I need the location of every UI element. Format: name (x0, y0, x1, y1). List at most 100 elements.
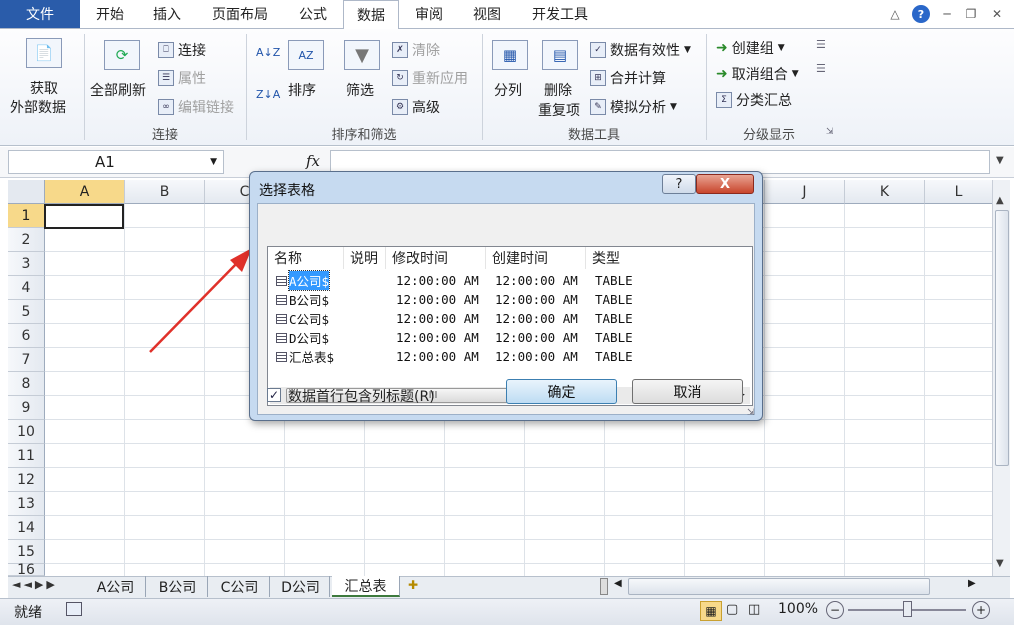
scroll-thumb[interactable] (995, 210, 1009, 466)
sheet-nav-icon[interactable]: ◄◄▶▶ (12, 578, 58, 591)
tab-page-layout[interactable]: 页面布局 (202, 0, 278, 28)
row-header-3[interactable]: 3 (8, 252, 45, 276)
dialog-help-button[interactable]: ? (662, 174, 696, 194)
tab-home[interactable]: 开始 (86, 0, 134, 28)
clear-button[interactable]: ✗ 清除 (392, 40, 440, 60)
resize-grip-icon[interactable]: ⇲ (747, 408, 755, 418)
tab-developer[interactable]: 开发工具 (520, 0, 600, 28)
reapply-button[interactable]: ↻ 重新应用 (392, 68, 468, 88)
text-to-columns-button[interactable]: 分列 (494, 80, 522, 100)
insert-sheet-icon[interactable]: ✚ (408, 578, 418, 592)
column-header-j[interactable]: J (765, 180, 845, 204)
remove-duplicates-line2[interactable]: 重复项 (538, 100, 580, 120)
data-validation-button[interactable]: ✓ 数据有效性 ▼ (590, 40, 691, 60)
expand-formula-icon[interactable]: ▼ (996, 155, 1004, 166)
table-row[interactable]: C公司$ (276, 309, 329, 328)
window-close-icon[interactable]: ✕ (988, 5, 1006, 23)
column-header-a[interactable]: A (45, 180, 125, 204)
remove-duplicates-line1[interactable]: 删除 (544, 80, 572, 100)
column-header-b[interactable]: B (125, 180, 205, 204)
hscroll-left-icon[interactable]: ◀ (614, 578, 622, 589)
chevron-down-icon[interactable]: ▼ (210, 157, 217, 167)
table-row[interactable]: D公司$ (276, 328, 329, 347)
table-row[interactable]: B公司$ (276, 290, 329, 309)
ribbon-minimize-icon[interactable]: △ (886, 5, 904, 23)
row-header-1[interactable]: 1 (8, 204, 45, 228)
hscroll-thumb[interactable] (628, 578, 930, 595)
dialog-close-button[interactable]: X (696, 174, 754, 194)
column-header-created[interactable]: 创建时间 (486, 247, 586, 269)
header-row-checkbox[interactable]: ✓ (267, 388, 281, 402)
sort-az-icon[interactable]: A↓Z (256, 46, 280, 59)
table-row[interactable]: 汇总表$ (276, 347, 334, 366)
get-external-data-line2[interactable]: 外部数据 (10, 97, 66, 117)
column-header-type[interactable]: 类型 (586, 247, 752, 269)
row-header-14[interactable]: 14 (8, 516, 45, 540)
get-external-data-line1[interactable]: 获取 (30, 78, 58, 98)
page-layout-view-icon[interactable]: ▢ (726, 602, 738, 617)
filter-button[interactable]: 筛选 (346, 80, 374, 100)
sheet-tab-d[interactable]: D公司 (272, 576, 330, 597)
row-header-5[interactable]: 5 (8, 300, 45, 324)
tab-review[interactable]: 审阅 (404, 0, 454, 28)
sheet-tab-b[interactable]: B公司 (148, 576, 208, 597)
sort-za-icon[interactable]: Z↓A (256, 88, 280, 101)
column-header-name[interactable]: 名称 (268, 247, 344, 269)
sheet-tab-summary[interactable]: 汇总表 (332, 576, 400, 597)
connections-button[interactable]: ⎕ 连接 (158, 40, 206, 60)
header-row-checkbox-label[interactable]: 数据首行包含列标题(R) (288, 386, 435, 406)
row-header-13[interactable]: 13 (8, 492, 45, 516)
dialog-launcher-icon[interactable]: ⇲ (826, 127, 834, 137)
table-row[interactable]: A公司$ (276, 270, 331, 291)
hscroll-right-icon[interactable]: ▶ (968, 578, 976, 589)
column-header-l[interactable]: L (925, 180, 993, 204)
column-header-modified[interactable]: 修改时间 (386, 247, 486, 269)
sheet-tab-c[interactable]: C公司 (210, 576, 270, 597)
scroll-up-icon[interactable]: ▲ (996, 195, 1004, 206)
help-icon[interactable]: ? (912, 5, 930, 23)
name-box[interactable]: A1 ▼ (8, 150, 224, 174)
tab-view[interactable]: 视图 (462, 0, 512, 28)
row-header-10[interactable]: 10 (8, 420, 45, 444)
macro-record-icon[interactable] (66, 602, 82, 616)
row-header-7[interactable]: 7 (8, 348, 45, 372)
zoom-level[interactable]: 100% (778, 601, 818, 617)
refresh-all-button[interactable]: 全部刷新 (90, 80, 146, 100)
tab-file[interactable]: 文件 (0, 0, 80, 28)
tab-data[interactable]: 数据 (343, 0, 399, 29)
zoom-in-icon[interactable]: + (972, 601, 990, 619)
tab-formulas[interactable]: 公式 (288, 0, 338, 28)
select-all-corner[interactable] (8, 180, 45, 204)
ok-button[interactable]: 确定 (506, 379, 617, 404)
function-icon[interactable]: fx (306, 152, 320, 170)
whatif-button[interactable]: ✎ 模拟分析 ▼ (590, 97, 677, 117)
sheet-tab-a[interactable]: A公司 (86, 576, 146, 597)
group-button[interactable]: ➜ 创建组 ▼ (716, 38, 785, 58)
advanced-button[interactable]: ⚙ 高级 (392, 97, 440, 117)
row-header-2[interactable]: 2 (8, 228, 45, 252)
show-detail-icon[interactable]: ☰ (816, 38, 826, 51)
page-break-view-icon[interactable]: ◫ (748, 602, 760, 617)
properties-button[interactable]: ☰ 属性 (158, 68, 206, 88)
hide-detail-icon[interactable]: ☰ (816, 62, 826, 75)
edit-links-button[interactable]: ∞ 编辑链接 (158, 97, 234, 117)
ungroup-button[interactable]: ➜ 取消组合 ▼ (716, 64, 799, 84)
column-header-desc[interactable]: 说明 (344, 247, 386, 269)
normal-view-icon[interactable]: ▦ (700, 601, 722, 621)
zoom-slider-thumb[interactable] (903, 601, 912, 617)
consolidate-button[interactable]: ⊞ 合并计算 (590, 68, 666, 88)
window-minimize-icon[interactable]: ─ (938, 5, 956, 23)
window-restore-icon[interactable]: ❐ (962, 5, 980, 23)
active-cell-a1[interactable] (44, 204, 124, 229)
scroll-down-icon[interactable]: ▼ (996, 558, 1004, 569)
subtotal-button[interactable]: Σ 分类汇总 (716, 90, 792, 110)
row-header-6[interactable]: 6 (8, 324, 45, 348)
row-header-8[interactable]: 8 (8, 372, 45, 396)
row-header-11[interactable]: 11 (8, 444, 45, 468)
tab-split-handle[interactable] (600, 578, 608, 595)
cancel-button[interactable]: 取消 (632, 379, 743, 404)
row-header-4[interactable]: 4 (8, 276, 45, 300)
row-header-12[interactable]: 12 (8, 468, 45, 492)
sort-button[interactable]: 排序 (288, 80, 316, 100)
tab-insert[interactable]: 插入 (142, 0, 192, 28)
